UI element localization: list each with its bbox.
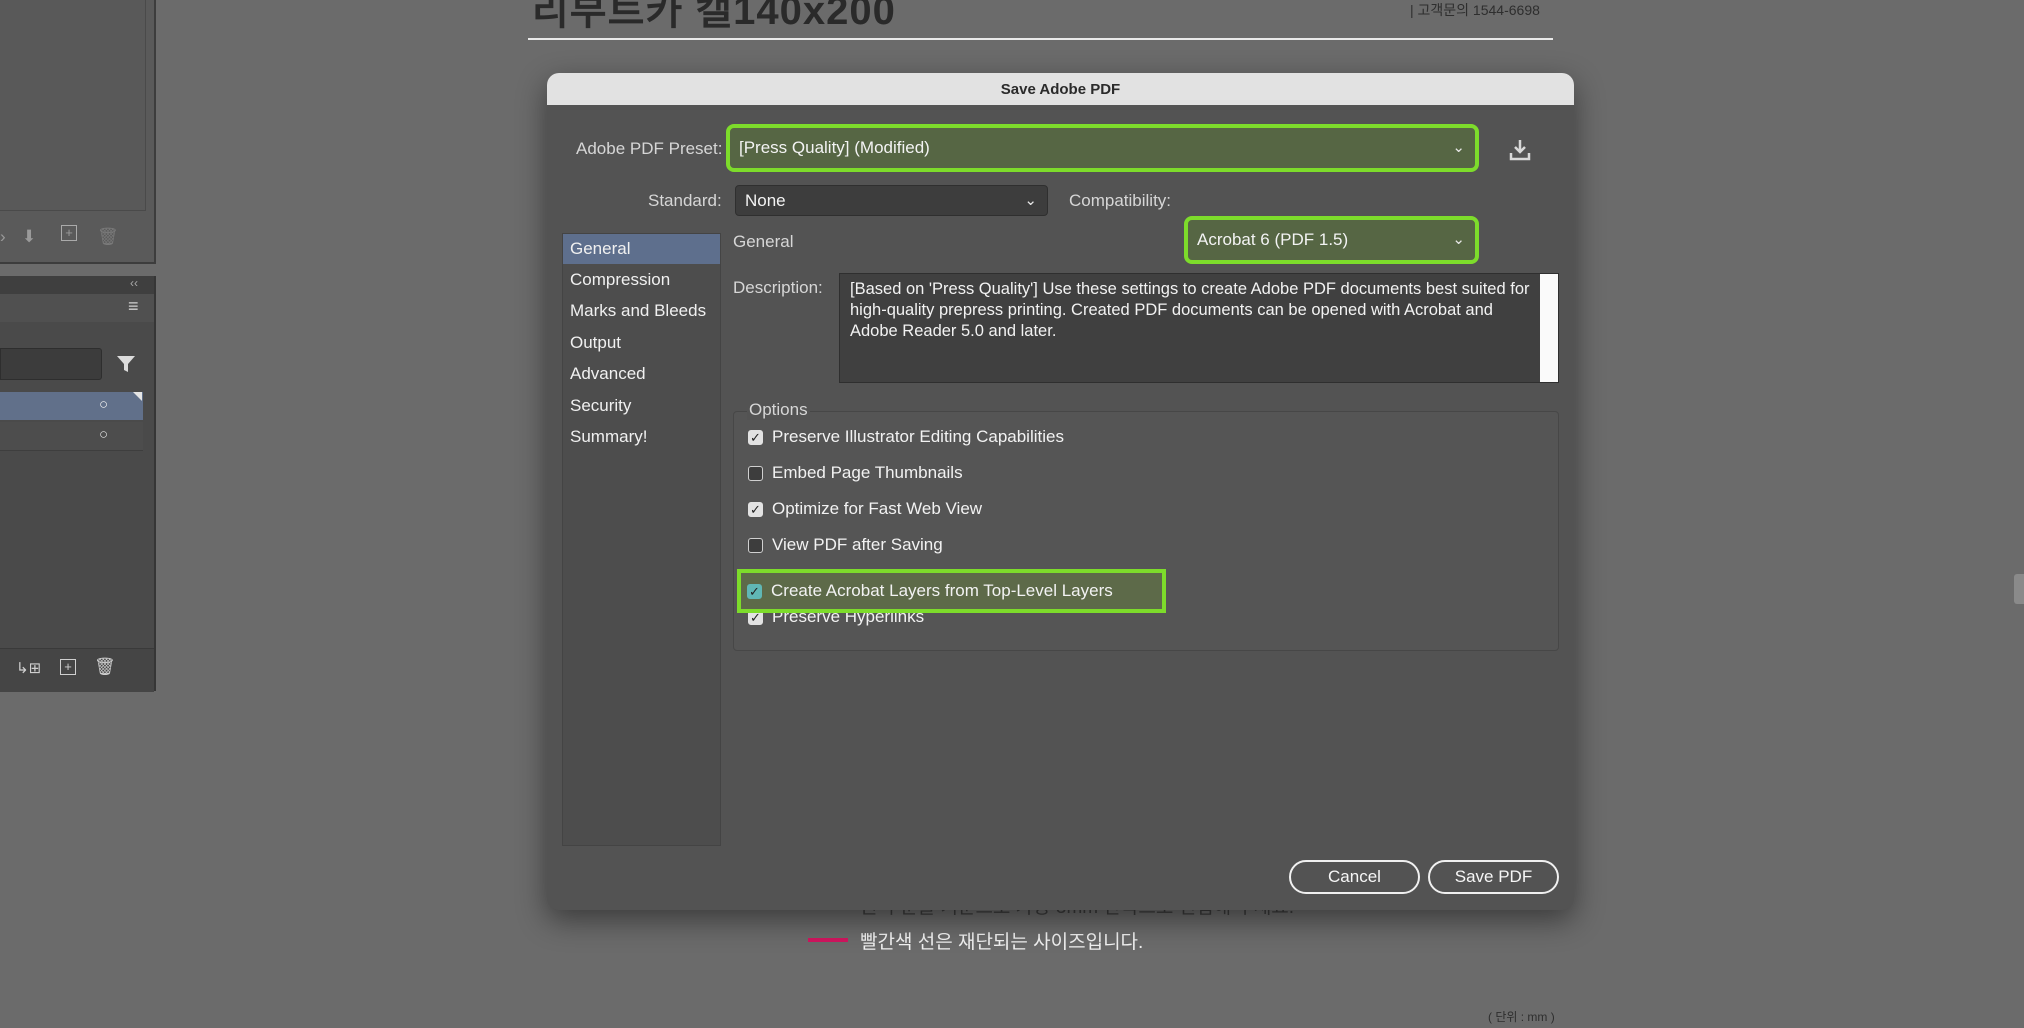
cancel-button[interactable]: Cancel xyxy=(1289,860,1420,894)
layer-search-input[interactable] xyxy=(0,348,102,380)
document-contact: | 고객문의 1544-6698 xyxy=(1410,2,1540,18)
standard-label: Standard: xyxy=(648,191,722,210)
document-title: 리부트카 캘140x200 xyxy=(532,0,896,33)
filter-icon[interactable] xyxy=(116,354,136,374)
standard-select[interactable]: None ⌄ xyxy=(735,185,1048,216)
save-preset-icon[interactable] xyxy=(1506,137,1534,163)
standard-value: None xyxy=(745,190,786,210)
chevron-down-icon: ⌄ xyxy=(1452,139,1465,157)
dialog-title: Save Adobe PDF xyxy=(547,73,1574,105)
target-circle-icon[interactable]: ○ xyxy=(99,396,108,413)
description-textarea[interactable]: [Based on 'Press Quality'] Use these set… xyxy=(839,273,1559,383)
description-scrollbar[interactable] xyxy=(1540,274,1558,382)
preset-label: Adobe PDF Preset: xyxy=(576,139,723,158)
option-fast-web-view[interactable]: ✓ Optimize for Fast Web View xyxy=(748,499,982,519)
nav-item-compression[interactable]: Compression xyxy=(563,265,720,295)
checkbox-checked-icon[interactable]: ✓ xyxy=(747,583,762,599)
right-panel-tab[interactable] xyxy=(2014,574,2024,604)
option-label: Embed Page Thumbnails xyxy=(772,463,963,482)
compatibility-select[interactable]: Acrobat 6 (PDF 1.5) ⌄ xyxy=(1184,216,1479,264)
collapse-icon[interactable]: ‹‹ xyxy=(130,276,138,290)
compatibility-label: Compatibility: xyxy=(1069,191,1172,210)
nav-item-output[interactable]: Output xyxy=(563,328,720,358)
options-group: ✓ Preserve Illustrator Editing Capabilit… xyxy=(733,411,1559,651)
red-cut-line-legend xyxy=(808,938,848,942)
arrow-down-icon[interactable]: ⬇ xyxy=(22,227,36,247)
nav-item-advanced[interactable]: Advanced xyxy=(563,359,720,389)
left-panel-top: › ⬇ + 🗑 xyxy=(0,0,156,264)
description-text: [Based on 'Press Quality'] Use these set… xyxy=(850,280,1530,340)
panel-partial-icon[interactable]: › xyxy=(0,227,6,247)
save-pdf-dialog: Save Adobe PDF Adobe PDF Preset: [Press … xyxy=(547,73,1574,910)
nav-item-general[interactable]: General xyxy=(563,234,720,264)
option-embed-thumbnails[interactable]: Embed Page Thumbnails xyxy=(748,463,963,483)
document-divider xyxy=(528,38,1553,40)
panel-tab-bar: ≡ xyxy=(0,294,154,322)
trash-icon[interactable]: 🗑 xyxy=(94,657,116,677)
layers-panel: ‹‹ ≡ ○ ○ ↳⊞ + 🗑 xyxy=(0,276,156,692)
preset-value: [Press Quality] (Modified) xyxy=(739,138,930,157)
unit-label: ( 단위 : mm ) xyxy=(1488,1010,1555,1024)
option-label: Create Acrobat Layers from Top-Level Lay… xyxy=(771,581,1113,600)
layer-row[interactable]: ○ xyxy=(0,392,143,420)
checkbox-unchecked-icon[interactable] xyxy=(748,537,763,553)
checkbox-unchecked-icon[interactable] xyxy=(748,465,763,481)
options-title: Options xyxy=(747,400,810,420)
option-label: View PDF after Saving xyxy=(772,535,943,554)
make-sublayer-icon[interactable]: ↳⊞ xyxy=(16,659,41,677)
preset-select[interactable]: [Press Quality] (Modified) ⌄ xyxy=(726,124,1479,172)
option-label: Preserve Hyperlinks xyxy=(772,607,925,626)
chevron-down-icon: ⌄ xyxy=(1452,231,1465,249)
option-label: Optimize for Fast Web View xyxy=(772,499,983,518)
checkbox-checked-icon[interactable]: ✓ xyxy=(748,501,763,517)
checkbox-checked-icon[interactable]: ✓ xyxy=(748,429,763,445)
panel-content-area xyxy=(0,0,146,211)
document-note: 빨간색 선은 재단되는 사이즈입니다. xyxy=(860,932,1144,953)
layer-row[interactable]: ○ xyxy=(0,422,143,451)
description-label: Description: xyxy=(733,278,823,297)
trash-icon[interactable]: 🗑 xyxy=(97,227,119,247)
checkbox-checked-icon[interactable]: ✓ xyxy=(748,609,763,625)
selection-indicator-icon xyxy=(133,392,142,401)
add-icon[interactable]: + xyxy=(61,225,77,241)
nav-item-security[interactable]: Security xyxy=(563,391,720,421)
section-title: General xyxy=(733,232,794,251)
compatibility-value: Acrobat 6 (PDF 1.5) xyxy=(1197,230,1349,249)
panel-header: ‹‹ xyxy=(0,276,154,294)
save-pdf-button[interactable]: Save PDF xyxy=(1428,860,1559,894)
target-circle-icon[interactable]: ○ xyxy=(99,426,108,443)
option-view-after-saving[interactable]: View PDF after Saving xyxy=(748,535,943,555)
nav-item-marks-and-bleeds[interactable]: Marks and Bleeds xyxy=(563,296,720,326)
chevron-down-icon: ⌄ xyxy=(1024,191,1037,209)
option-create-acrobat-layers[interactable]: ✓ Create Acrobat Layers from Top-Level L… xyxy=(737,569,1166,613)
panel-footer: ↳⊞ + 🗑 xyxy=(0,648,154,692)
new-layer-icon[interactable]: + xyxy=(60,659,76,675)
option-preserve-editing[interactable]: ✓ Preserve Illustrator Editing Capabilit… xyxy=(748,427,1064,447)
option-preserve-hyperlinks[interactable]: ✓ Preserve Hyperlinks xyxy=(748,607,924,627)
nav-item-summary[interactable]: Summary! xyxy=(563,422,720,452)
menu-icon[interactable]: ≡ xyxy=(128,296,139,317)
option-label: Preserve Illustrator Editing Capabilitie… xyxy=(772,427,1064,446)
category-list: General Compression Marks and Bleeds Out… xyxy=(562,233,721,846)
